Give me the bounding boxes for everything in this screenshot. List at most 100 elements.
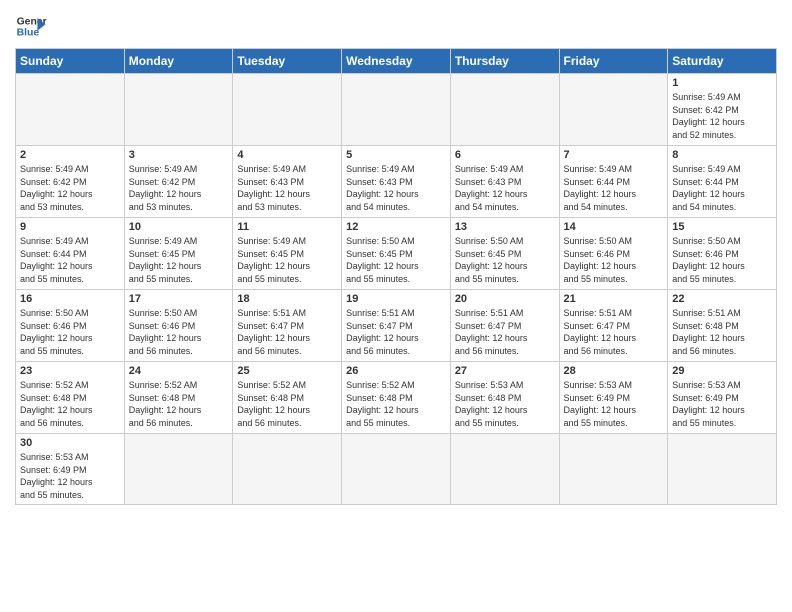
weekday-header-thursday: Thursday <box>450 49 559 74</box>
day-number: 28 <box>564 365 664 377</box>
day-info: Sunrise: 5:50 AM Sunset: 6:45 PM Dayligh… <box>455 235 555 285</box>
calendar-day-cell: 28Sunrise: 5:53 AM Sunset: 6:49 PM Dayli… <box>559 362 668 434</box>
weekday-header-tuesday: Tuesday <box>233 49 342 74</box>
day-info: Sunrise: 5:49 AM Sunset: 6:44 PM Dayligh… <box>20 235 120 285</box>
day-info: Sunrise: 5:52 AM Sunset: 6:48 PM Dayligh… <box>237 379 337 429</box>
calendar-day-cell: 17Sunrise: 5:50 AM Sunset: 6:46 PM Dayli… <box>124 290 233 362</box>
calendar-week-row: 30 Sunrise: 5:53 AM Sunset: 6:49 PM Dayli… <box>16 434 777 505</box>
calendar-day-cell: 29 Sunrise: 5:53 AM Sunset: 6:49 PM Dayli… <box>668 362 777 434</box>
calendar-day-cell <box>559 74 668 146</box>
logo: General Blue <box>15 10 47 42</box>
weekday-header-friday: Friday <box>559 49 668 74</box>
calendar-day-cell: 15 Sunrise: 5:50 AM Sunset: 6:46 PM Dayli… <box>668 218 777 290</box>
day-info: Sunrise: 5:49 AM Sunset: 6:43 PM Dayligh… <box>455 163 555 213</box>
day-number: 14 <box>564 221 664 233</box>
day-number: 17 <box>129 293 229 305</box>
page-header: General Blue <box>15 10 777 42</box>
day-info: Sunrise: 5:52 AM Sunset: 6:48 PM Dayligh… <box>129 379 229 429</box>
day-info: Sunrise: 5:49 AM Sunset: 6:43 PM Dayligh… <box>346 163 446 213</box>
calendar-day-cell: 5 Sunrise: 5:49 AM Sunset: 6:43 PM Daylig… <box>342 146 451 218</box>
calendar-day-cell <box>233 74 342 146</box>
calendar-day-cell <box>668 434 777 505</box>
day-info: Sunrise: 5:49 AM Sunset: 6:42 PM Dayligh… <box>672 91 772 141</box>
calendar-day-cell: 19 Sunrise: 5:51 AM Sunset: 6:47 PM Dayli… <box>342 290 451 362</box>
calendar-day-cell: 16 Sunrise: 5:50 AM Sunset: 6:46 PM Dayli… <box>16 290 125 362</box>
day-info: Sunrise: 5:53 AM Sunset: 6:49 PM Dayligh… <box>672 379 772 429</box>
day-number: 6 <box>455 149 555 161</box>
weekday-header-sunday: Sunday <box>16 49 125 74</box>
day-number: 19 <box>346 293 446 305</box>
calendar-day-cell: 4Sunrise: 5:49 AM Sunset: 6:43 PM Daylig… <box>233 146 342 218</box>
calendar-day-cell: 8Sunrise: 5:49 AM Sunset: 6:44 PM Daylig… <box>668 146 777 218</box>
calendar-day-cell <box>450 434 559 505</box>
calendar-day-cell: 3 Sunrise: 5:49 AM Sunset: 6:42 PM Daylig… <box>124 146 233 218</box>
day-info: Sunrise: 5:50 AM Sunset: 6:46 PM Dayligh… <box>672 235 772 285</box>
day-number: 5 <box>346 149 446 161</box>
calendar-day-cell: 11 Sunrise: 5:49 AM Sunset: 6:45 PM Dayli… <box>233 218 342 290</box>
calendar-week-row: 9 Sunrise: 5:49 AM Sunset: 6:44 PM Daylig… <box>16 218 777 290</box>
day-info: Sunrise: 5:49 AM Sunset: 6:42 PM Dayligh… <box>129 163 229 213</box>
day-info: Sunrise: 5:49 AM Sunset: 6:45 PM Dayligh… <box>237 235 337 285</box>
calendar-day-cell: 30 Sunrise: 5:53 AM Sunset: 6:49 PM Dayli… <box>16 434 125 505</box>
calendar-day-cell <box>16 74 125 146</box>
day-number: 23 <box>20 365 120 377</box>
day-number: 15 <box>672 221 772 233</box>
day-info: Sunrise: 5:52 AM Sunset: 6:48 PM Dayligh… <box>20 379 120 429</box>
day-info: Sunrise: 5:51 AM Sunset: 6:47 PM Dayligh… <box>346 307 446 357</box>
day-number: 22 <box>672 293 772 305</box>
calendar-day-cell <box>124 74 233 146</box>
day-info: Sunrise: 5:51 AM Sunset: 6:47 PM Dayligh… <box>455 307 555 357</box>
calendar-day-cell: 22 Sunrise: 5:51 AM Sunset: 6:48 PM Dayli… <box>668 290 777 362</box>
day-number: 26 <box>346 365 446 377</box>
calendar-day-cell: 2Sunrise: 5:49 AM Sunset: 6:42 PM Daylig… <box>16 146 125 218</box>
day-number: 1 <box>672 77 772 89</box>
weekday-header-wednesday: Wednesday <box>342 49 451 74</box>
day-number: 25 <box>237 365 337 377</box>
day-info: Sunrise: 5:49 AM Sunset: 6:43 PM Dayligh… <box>237 163 337 213</box>
day-number: 18 <box>237 293 337 305</box>
calendar-day-cell: 1 Sunrise: 5:49 AM Sunset: 6:42 PM Daylig… <box>668 74 777 146</box>
day-number: 16 <box>20 293 120 305</box>
day-number: 29 <box>672 365 772 377</box>
day-info: Sunrise: 5:51 AM Sunset: 6:48 PM Dayligh… <box>672 307 772 357</box>
calendar-week-row: 23 Sunrise: 5:52 AM Sunset: 6:48 PM Dayli… <box>16 362 777 434</box>
calendar-day-cell <box>450 74 559 146</box>
day-info: Sunrise: 5:49 AM Sunset: 6:42 PM Dayligh… <box>20 163 120 213</box>
day-number: 7 <box>564 149 664 161</box>
day-info: Sunrise: 5:50 AM Sunset: 6:46 PM Dayligh… <box>564 235 664 285</box>
calendar-day-cell <box>342 434 451 505</box>
day-number: 20 <box>455 293 555 305</box>
calendar-day-cell <box>559 434 668 505</box>
day-number: 8 <box>672 149 772 161</box>
day-number: 30 <box>20 437 120 449</box>
calendar-day-cell: 27Sunrise: 5:53 AM Sunset: 6:48 PM Dayli… <box>450 362 559 434</box>
day-number: 21 <box>564 293 664 305</box>
day-info: Sunrise: 5:52 AM Sunset: 6:48 PM Dayligh… <box>346 379 446 429</box>
calendar-week-row: 16 Sunrise: 5:50 AM Sunset: 6:46 PM Dayli… <box>16 290 777 362</box>
day-info: Sunrise: 5:51 AM Sunset: 6:47 PM Dayligh… <box>564 307 664 357</box>
day-number: 12 <box>346 221 446 233</box>
day-info: Sunrise: 5:49 AM Sunset: 6:45 PM Dayligh… <box>129 235 229 285</box>
day-info: Sunrise: 5:53 AM Sunset: 6:49 PM Dayligh… <box>20 451 120 501</box>
day-number: 9 <box>20 221 120 233</box>
weekday-header-row: SundayMondayTuesdayWednesdayThursdayFrid… <box>16 49 777 74</box>
day-number: 3 <box>129 149 229 161</box>
calendar-day-cell: 23 Sunrise: 5:52 AM Sunset: 6:48 PM Dayli… <box>16 362 125 434</box>
calendar-day-cell: 10Sunrise: 5:49 AM Sunset: 6:45 PM Dayli… <box>124 218 233 290</box>
day-info: Sunrise: 5:51 AM Sunset: 6:47 PM Dayligh… <box>237 307 337 357</box>
day-number: 11 <box>237 221 337 233</box>
weekday-header-saturday: Saturday <box>668 49 777 74</box>
calendar-day-cell: 20 Sunrise: 5:51 AM Sunset: 6:47 PM Dayli… <box>450 290 559 362</box>
day-number: 24 <box>129 365 229 377</box>
day-number: 27 <box>455 365 555 377</box>
calendar-day-cell: 13Sunrise: 5:50 AM Sunset: 6:45 PM Dayli… <box>450 218 559 290</box>
calendar-day-cell: 18 Sunrise: 5:51 AM Sunset: 6:47 PM Dayli… <box>233 290 342 362</box>
calendar-day-cell: 7Sunrise: 5:49 AM Sunset: 6:44 PM Daylig… <box>559 146 668 218</box>
calendar-day-cell: 24 Sunrise: 5:52 AM Sunset: 6:48 PM Dayli… <box>124 362 233 434</box>
calendar-day-cell: 12Sunrise: 5:50 AM Sunset: 6:45 PM Dayli… <box>342 218 451 290</box>
svg-text:Blue: Blue <box>17 28 40 39</box>
day-info: Sunrise: 5:50 AM Sunset: 6:46 PM Dayligh… <box>20 307 120 357</box>
calendar-day-cell: 9 Sunrise: 5:49 AM Sunset: 6:44 PM Daylig… <box>16 218 125 290</box>
logo-icon: General Blue <box>15 10 47 42</box>
calendar-week-row: 1 Sunrise: 5:49 AM Sunset: 6:42 PM Daylig… <box>16 74 777 146</box>
